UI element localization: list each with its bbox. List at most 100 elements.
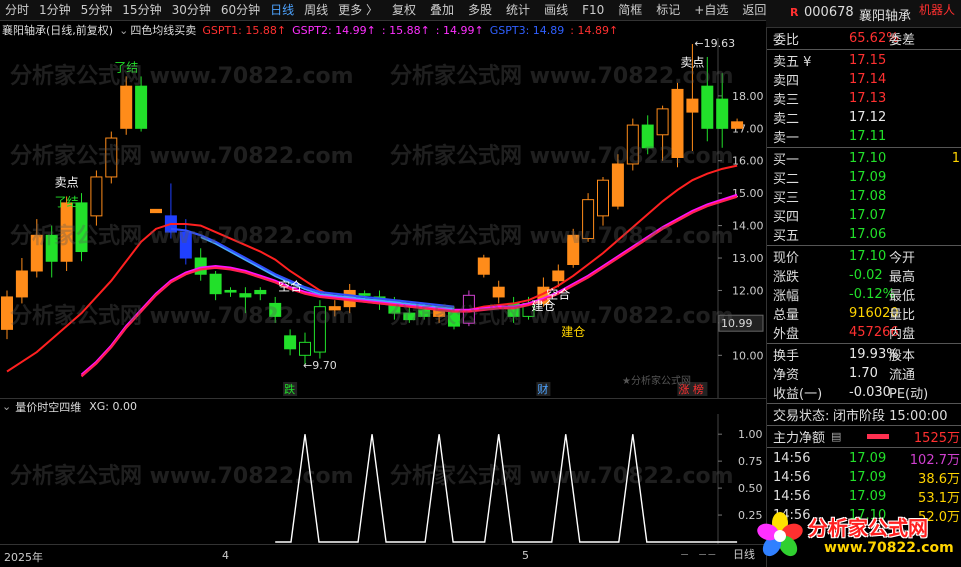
kline-chart[interactable]: 18.0017.0016.0015.0014.0013.0012.0011.00… [0,37,766,398]
stat2-row-0-right-label: 股本 [889,349,916,364]
indicator-name[interactable]: 四色均线买卖 [130,22,196,38]
ask-row-4: 卖一 17.11 [767,127,961,146]
event-tag: 跌 [284,382,295,396]
bid-row-1-label: 买二 [773,172,800,187]
chart-title: 襄阳轴承(日线,前复权) [2,24,114,37]
indicator-dropdown-icon[interactable]: ⌄ [119,24,128,37]
stat2-row-1-value: 1.70 [849,366,878,381]
sub-y-tick-label: 0.75 [738,455,763,468]
weibi-row-right-label: 委差 [889,33,916,48]
tick-price: 17.09 [849,470,887,485]
sub-indicator-chart[interactable]: 1.00 0.75 0.50 0.25 [0,414,766,544]
ask-row-3-value: 17.12 [849,110,887,125]
candle-body [1,296,13,330]
toolbar-button-5[interactable]: F10 [577,0,609,21]
period-tab-7[interactable]: 周线 [299,0,333,21]
stat2-row-2-right-label: PE(动) [889,387,929,402]
period-tab-4[interactable]: 30分钟 [167,0,216,21]
period-tab-1[interactable]: 1分钟 [34,0,76,21]
weibi-row-label: 委比 [773,33,800,48]
stat-row-0: 现价 17.10 今开 [767,247,961,266]
toolbar-button-1[interactable]: 叠加 [425,0,459,21]
sub-settings-icon[interactable]: ⌄ [2,400,11,413]
robot-button[interactable]: 机器人 [919,1,955,18]
candle-body [716,98,729,129]
candle-body [641,124,654,149]
toolbar-button-2[interactable]: 多股 [463,0,497,21]
tick-time: 14:56 [773,451,811,466]
kline-svg[interactable]: 18.0017.0016.0015.0014.0013.0012.0011.00… [0,37,766,398]
signal-label: 了结 [114,61,138,75]
stock-code: 000678 [804,5,854,20]
logo-url: www.70822.com [824,540,954,556]
candle-body [671,88,684,158]
sub-signal-line [275,434,738,543]
period-toolbar: 分时 1分钟 5分钟 15分钟 30分钟 60分钟 日线 周线 更多 〉复权 叠加 多股 统计 画线 F1… [0,0,766,21]
period-tab-3[interactable]: 15分钟 [117,0,166,21]
toolbar-button-7[interactable]: 标记 [651,0,685,21]
sub-y-tick-label: 1.00 [738,428,763,441]
gspt2b-value: : 15.88↑ [381,23,430,37]
candle-body [179,231,192,259]
period-tab-8[interactable]: 更多 〉 [333,0,383,21]
toolbar-button-8[interactable]: +自选 [689,0,733,21]
ask-row-2: 卖三 17.13 [767,89,961,108]
tick-row-2: 14:56 17.09 53.1万 [767,487,961,506]
scroll-right-icon[interactable]: −− [698,548,716,561]
candle-body [269,302,282,317]
bid-row-2: 买三 17.08 [767,187,961,206]
bid-row-3-value: 17.07 [849,208,887,223]
sub-indicator-svg[interactable]: 1.000.750.500.25 [0,414,766,544]
signal-label: 卖点 [55,176,79,190]
candle-body [492,286,505,298]
ask-row-4-value: 17.11 [849,129,887,144]
bid-row-2-label: 买三 [773,191,800,206]
quote-panel: 委比 65.62% 委差 卖五 ¥ 17.15 卖四 17.14 卖三 17.13 卖二 17.12… [733,28,961,567]
signal-label: 空合 [546,287,570,302]
stock-prefix: R [790,6,799,19]
toolbar-button-0[interactable]: 复权 [387,0,421,21]
candle-body [224,289,237,293]
net-flow-detail-icon[interactable]: ▤ [831,430,841,443]
candle-body [611,163,624,207]
y-tick-label: 18.00 [732,90,764,103]
period-tab-5[interactable]: 60分钟 [216,0,265,21]
signal-label: 卖点 [680,56,704,70]
candle-body [239,293,252,298]
candle-body [313,306,326,353]
candle-body [60,202,73,262]
net-flow-value: 1525万 [913,431,960,446]
bid-row-4-label: 买五 [773,229,800,244]
candle-body [254,289,267,295]
stat-row-0-value: 17.10 [849,249,887,264]
scroll-left-icon[interactable]: − [680,548,689,561]
candle-body [150,208,162,214]
stat-row-1: 涨跌 -0.02 最高 [767,266,961,285]
stat2-row-1-label: 净资 [773,368,800,383]
tick-row-0: 14:56 17.09 102.7万 [767,449,961,468]
bid-row-3: 买四 17.07 [767,206,961,225]
candle-body [194,257,207,275]
toolbar-button-3[interactable]: 统计 [501,0,535,21]
tick-price: 17.09 [849,451,887,466]
tick-volume: 53.1万 [918,491,960,506]
period-tab-2[interactable]: 5分钟 [76,0,118,21]
sub-indicator-title[interactable]: 量价时空四维 [15,399,81,415]
gspt2c-value: : 14.99↑ [435,23,484,37]
stat2-row-2-value: -0.030 [849,385,891,400]
event-tag: 财 [537,382,548,396]
small-watermark: ★分析家公式网 [622,376,691,387]
gspt3-value: GSPT3: 14.89 [489,23,565,37]
bid-row-4: 买五 17.06 [767,225,961,244]
toolbar-button-4[interactable]: 画线 [539,0,573,21]
candle-body [105,137,118,178]
candle-body [626,124,639,165]
stat-row-4: 外盘 457266 内盘 [767,323,961,342]
net-flow-bar [867,434,889,439]
stock-header: R 000678 襄阳轴承 机器人 [766,0,961,28]
ask-row-0: 卖五 ¥ 17.15 [767,51,961,70]
period-tab-0[interactable]: 分时 [0,0,34,21]
period-tab-6[interactable]: 日线 [265,0,299,21]
bid-row-3-label: 买四 [773,210,800,225]
toolbar-button-6[interactable]: 简框 [613,0,647,21]
